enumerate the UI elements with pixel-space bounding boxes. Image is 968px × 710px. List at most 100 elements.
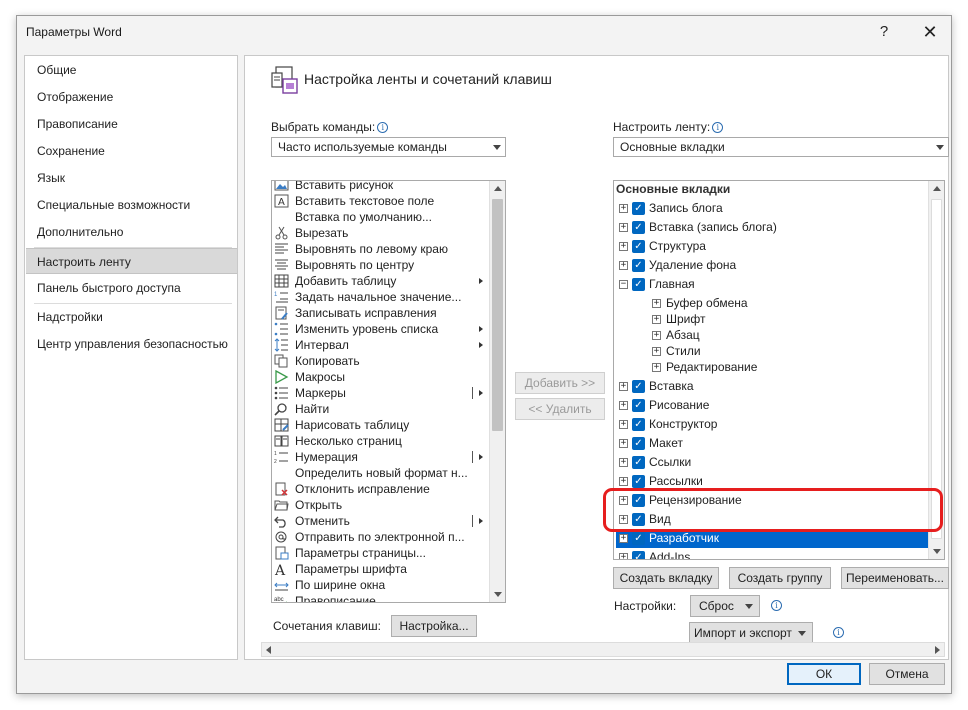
nav-item-general[interactable]: Общие bbox=[26, 57, 237, 83]
nav-item-trust-center[interactable]: Центр управления безопасностью bbox=[26, 331, 237, 357]
expand-icon[interactable]: + bbox=[619, 420, 628, 429]
checkbox-checked-icon[interactable]: ✓ bbox=[632, 475, 645, 488]
command-item[interactable]: Несколько страниц bbox=[272, 433, 490, 449]
command-item[interactable]: A Параметры шрифта bbox=[272, 561, 490, 577]
tree-tab-item[interactable]: + ✓ Рисование bbox=[616, 396, 928, 415]
expand-icon[interactable]: + bbox=[619, 515, 628, 524]
command-item[interactable]: Отправить по электронной п... bbox=[272, 529, 490, 545]
command-item[interactable]: Изменить уровень списка bbox=[272, 321, 490, 337]
expand-icon[interactable]: + bbox=[619, 496, 628, 505]
tree-tab-item[interactable]: + ✓ Вставка (запись блога) bbox=[616, 218, 928, 237]
tree-tab-item[interactable]: + ✓ Вид bbox=[616, 510, 928, 529]
expand-icon[interactable]: + bbox=[619, 439, 628, 448]
expand-icon[interactable]: + bbox=[652, 331, 661, 340]
expand-icon[interactable]: + bbox=[619, 382, 628, 391]
tree-tab-item[interactable]: + ✓ Рассылки bbox=[616, 472, 928, 491]
checkbox-checked-icon[interactable]: ✓ bbox=[632, 532, 645, 545]
tree-tab-item[interactable]: + ✓ Удаление фона bbox=[616, 256, 928, 275]
checkbox-checked-icon[interactable]: ✓ bbox=[632, 259, 645, 272]
checkbox-checked-icon[interactable]: ✓ bbox=[632, 494, 645, 507]
customize-shortcuts-button[interactable]: Настройка... bbox=[391, 615, 477, 637]
cancel-button[interactable]: Отмена bbox=[869, 663, 945, 685]
nav-item-accessibility[interactable]: Специальные возможности bbox=[26, 192, 237, 218]
tree-tab-item[interactable]: − ✓ Главная bbox=[616, 275, 928, 294]
ribbon-tabs-tree[interactable]: Основные вкладки + ✓ Запись блога + ✓ Вставка… bbox=[613, 180, 945, 560]
command-item[interactable]: Отклонить исправление bbox=[272, 481, 490, 497]
command-item[interactable]: 1 Задать начальное значение... bbox=[272, 289, 490, 305]
scroll-up-button[interactable] bbox=[929, 181, 944, 197]
rename-button[interactable]: Переименовать... bbox=[841, 567, 949, 589]
nav-item-display[interactable]: Отображение bbox=[26, 84, 237, 110]
remove-button[interactable]: << Удалить bbox=[515, 398, 605, 420]
nav-item-language[interactable]: Язык bbox=[26, 165, 237, 191]
command-item[interactable]: 1 2 Нумерация bbox=[272, 449, 490, 465]
expand-icon[interactable]: + bbox=[619, 223, 628, 232]
checkbox-checked-icon[interactable]: ✓ bbox=[632, 202, 645, 215]
expand-icon[interactable]: + bbox=[619, 242, 628, 251]
command-item[interactable]: Нарисовать таблицу bbox=[272, 417, 490, 433]
checkbox-checked-icon[interactable]: ✓ bbox=[632, 513, 645, 526]
scroll-down-button[interactable] bbox=[929, 543, 944, 559]
checkbox-checked-icon[interactable]: ✓ bbox=[632, 380, 645, 393]
command-item[interactable]: Найти bbox=[272, 401, 490, 417]
command-item[interactable]: Добавить таблицу bbox=[272, 273, 490, 289]
scroll-thumb[interactable] bbox=[492, 199, 503, 431]
expand-icon[interactable]: + bbox=[619, 204, 628, 213]
tree-tab-item[interactable]: + ✓ Ссылки bbox=[616, 453, 928, 472]
nav-item-proofing[interactable]: Правописание bbox=[26, 111, 237, 137]
scroll-down-button[interactable] bbox=[490, 586, 505, 602]
tree-group-item[interactable]: + Редактирование bbox=[616, 358, 928, 377]
checkbox-checked-icon[interactable]: ✓ bbox=[632, 278, 645, 291]
command-item[interactable]: A Вставить текстовое поле bbox=[272, 193, 490, 209]
add-button[interactable]: Добавить >> bbox=[515, 372, 605, 394]
horizontal-scrollbar[interactable] bbox=[261, 642, 945, 657]
expand-icon[interactable]: + bbox=[619, 553, 628, 559]
expand-icon[interactable]: + bbox=[652, 299, 661, 308]
tree-tab-item[interactable]: + ✓ Add-Ins bbox=[616, 548, 928, 559]
commands-list[interactable]: abc Правописание По ширине окна A Параметры … bbox=[271, 180, 506, 603]
scroll-thumb[interactable] bbox=[931, 199, 942, 539]
command-item[interactable]: Копировать bbox=[272, 353, 490, 369]
expand-icon[interactable]: + bbox=[619, 458, 628, 467]
command-item[interactable]: Определить новый формат н... bbox=[272, 465, 490, 481]
expand-icon[interactable]: + bbox=[652, 315, 661, 324]
checkbox-checked-icon[interactable]: ✓ bbox=[632, 437, 645, 450]
customize-ribbon-select[interactable]: Основные вкладки bbox=[613, 137, 949, 157]
tree-tab-item[interactable]: + ✓ Вставка bbox=[616, 377, 928, 396]
checkbox-checked-icon[interactable]: ✓ bbox=[632, 221, 645, 234]
command-item[interactable]: Вырезать bbox=[272, 225, 490, 241]
command-item[interactable]: Открыть bbox=[272, 497, 490, 513]
scroll-up-button[interactable] bbox=[490, 181, 505, 197]
ok-button[interactable]: ОК bbox=[787, 663, 861, 685]
new-group-button[interactable]: Создать группу bbox=[729, 567, 831, 589]
checkbox-checked-icon[interactable]: ✓ bbox=[632, 551, 645, 559]
nav-item-advanced[interactable]: Дополнительно bbox=[26, 219, 237, 245]
tree-tab-item[interactable]: + ✓ Запись блога bbox=[616, 199, 928, 218]
command-item[interactable]: Выровнять по левому краю bbox=[272, 241, 490, 257]
tree-tab-item[interactable]: + ✓ Макет bbox=[616, 434, 928, 453]
nav-item-customize-ribbon[interactable]: Настроить ленту bbox=[26, 248, 237, 274]
reset-dropdown[interactable]: Сброс bbox=[690, 595, 760, 617]
import-export-dropdown[interactable]: Импорт и экспорт bbox=[689, 622, 813, 644]
expand-icon[interactable]: + bbox=[619, 401, 628, 410]
checkbox-checked-icon[interactable]: ✓ bbox=[632, 240, 645, 253]
nav-item-quick-access-toolbar[interactable]: Панель быстрого доступа bbox=[26, 275, 237, 301]
command-item[interactable]: Выровнять по центру bbox=[272, 257, 490, 273]
collapse-icon[interactable]: − bbox=[619, 280, 628, 289]
help-button[interactable]: ? bbox=[873, 22, 895, 42]
choose-commands-select[interactable]: Часто используемые команды bbox=[271, 137, 506, 157]
expand-icon[interactable]: + bbox=[619, 477, 628, 486]
new-tab-button[interactable]: Создать вкладку bbox=[613, 567, 719, 589]
command-item[interactable]: Вставка по умолчанию... bbox=[272, 209, 490, 225]
checkbox-checked-icon[interactable]: ✓ bbox=[632, 418, 645, 431]
tree-tab-item[interactable]: + ✓ Рецензирование bbox=[616, 491, 928, 510]
commands-scrollbar[interactable] bbox=[489, 181, 505, 602]
tree-tab-item[interactable]: + ✓ Конструктор bbox=[616, 415, 928, 434]
command-item[interactable]: По ширине окна bbox=[272, 577, 490, 593]
expand-icon[interactable]: + bbox=[619, 261, 628, 270]
command-item[interactable]: Параметры страницы... bbox=[272, 545, 490, 561]
command-item[interactable]: Макросы bbox=[272, 369, 490, 385]
command-item[interactable]: Записывать исправления bbox=[272, 305, 490, 321]
command-item[interactable]: Интервал bbox=[272, 337, 490, 353]
command-item[interactable]: Маркеры bbox=[272, 385, 490, 401]
